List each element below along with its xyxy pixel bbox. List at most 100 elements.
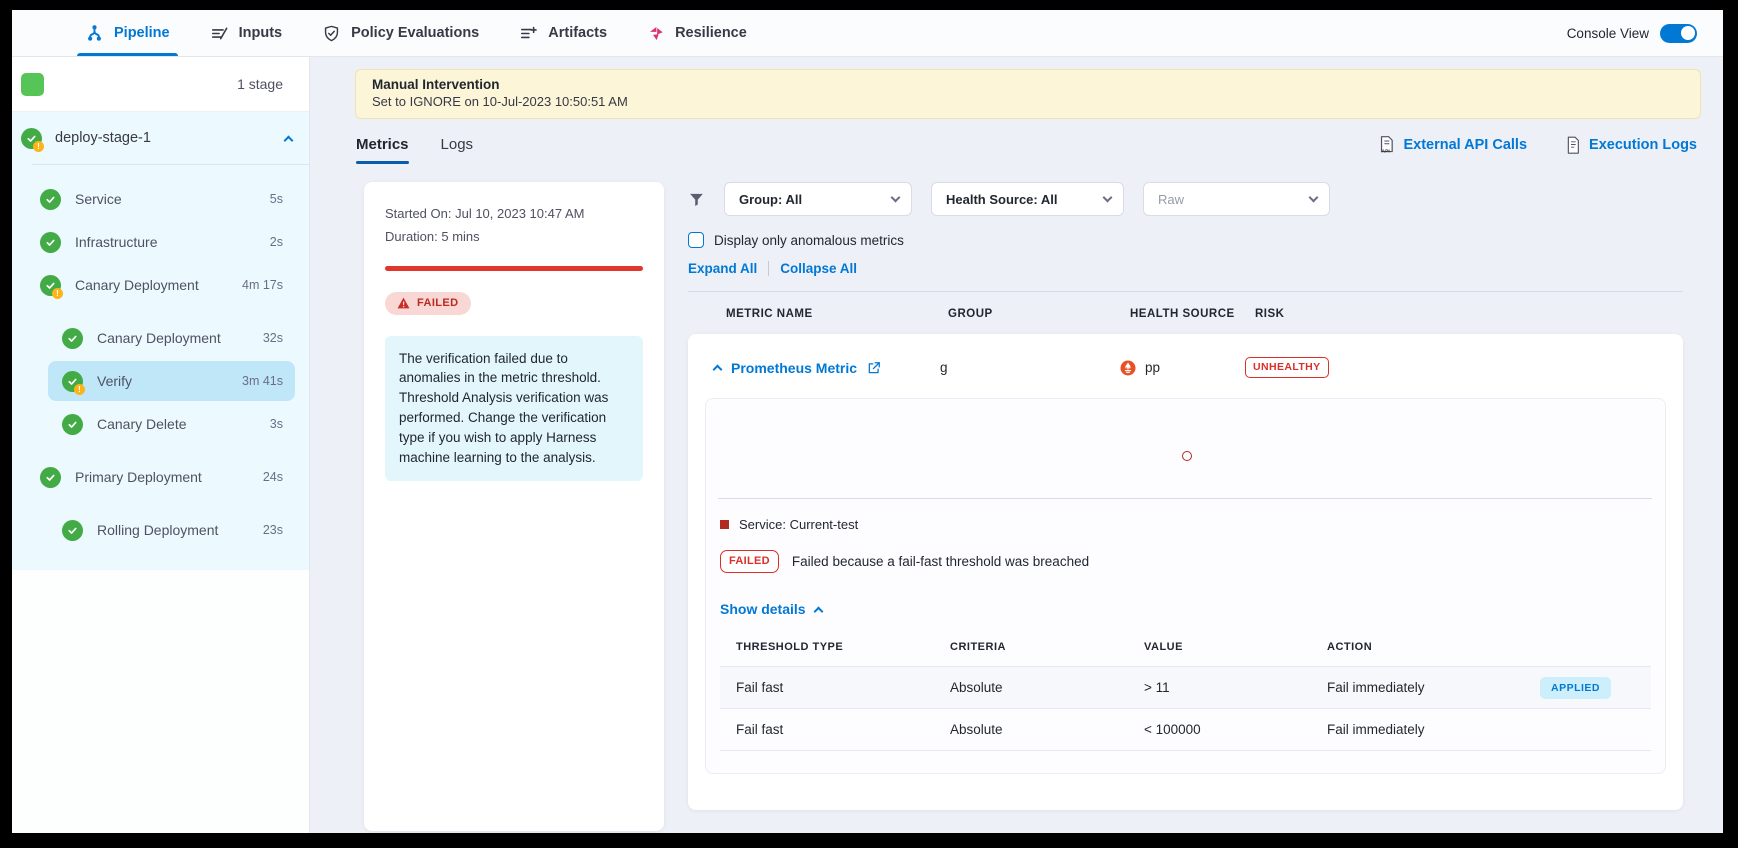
anomalous-checkbox-label: Display only anomalous metrics xyxy=(714,233,904,248)
col-metric-name: METRIC NAME xyxy=(726,308,948,320)
top-links: API External API Calls Execution Logs xyxy=(1378,135,1697,164)
artifacts-icon xyxy=(519,24,538,43)
group-filter-dropdown[interactable]: Group: All xyxy=(724,182,912,216)
tab-metrics[interactable]: Metrics xyxy=(356,136,409,164)
chevron-up-icon xyxy=(813,606,823,616)
started-on: Started On: Jul 10, 2023 10:47 AM xyxy=(385,203,643,226)
chevron-up-icon[interactable] xyxy=(284,135,294,145)
thresholds-header: THRESHOLD TYPE CRITERIA VALUE ACTION xyxy=(720,641,1651,667)
nav-tab-inputs[interactable]: Inputs xyxy=(210,10,283,56)
step-duration: 24s xyxy=(263,470,283,484)
metric-name-cell[interactable]: Prometheus Metric xyxy=(714,360,940,376)
chevron-up-icon[interactable] xyxy=(713,365,723,375)
pipeline-icon xyxy=(85,24,104,43)
step-duration: 5s xyxy=(270,192,283,206)
step-row-service[interactable]: Service 5s xyxy=(12,179,309,219)
step-label: Infrastructure xyxy=(75,234,157,250)
metric-chart[interactable] xyxy=(706,399,1665,499)
execution-logs-label: Execution Logs xyxy=(1589,137,1697,153)
app-window: Pipeline Inputs Policy Evaluations Artif… xyxy=(12,10,1723,833)
console-view-control: Console View xyxy=(1567,24,1697,43)
failed-progress-bar xyxy=(385,266,643,271)
step-row-canary-delete[interactable]: Canary Delete 3s xyxy=(12,404,309,444)
step-label: Canary Deployment xyxy=(97,330,221,346)
nav-tab-policy-evaluations[interactable]: Policy Evaluations xyxy=(322,10,479,56)
threshold-row: Fail fast Absolute > 11 Fail immediately… xyxy=(720,667,1651,709)
nav-tabs: Pipeline Inputs Policy Evaluations Artif… xyxy=(85,10,747,56)
stage-count: 1 stage xyxy=(237,76,283,92)
metric-name-link[interactable]: Prometheus Metric xyxy=(731,360,857,376)
nav-tab-label: Pipeline xyxy=(114,25,170,41)
step-row-infrastructure[interactable]: Infrastructure 2s xyxy=(12,222,309,262)
metric-health-source-cell: pp xyxy=(1119,359,1245,377)
failure-reason: Failed because a fail-fast threshold was… xyxy=(792,554,1089,569)
collapse-all-link[interactable]: Collapse All xyxy=(780,261,857,276)
stage-row-deploy-stage-1[interactable]: deploy-stage-1 xyxy=(12,112,309,164)
success-icon xyxy=(62,414,83,435)
sidebar-header: 1 stage xyxy=(12,57,309,112)
threshold-criteria: Absolute xyxy=(950,680,1144,695)
metrics-table-header: METRIC NAME GROUP HEALTH SOURCE RISK xyxy=(688,292,1683,334)
success-icon xyxy=(40,232,61,253)
step-row-canary-deployment[interactable]: Canary Deployment 4m 17s xyxy=(12,265,309,305)
nav-tab-resilience[interactable]: Resilience xyxy=(647,10,747,56)
step-row-primary-deployment[interactable]: Primary Deployment 24s xyxy=(12,457,309,497)
failed-status-badge: FAILED xyxy=(385,292,471,315)
nav-tab-artifacts[interactable]: Artifacts xyxy=(519,10,607,56)
stage-name: deploy-stage-1 xyxy=(55,130,151,146)
metric-details: Service: Current-test FAILED Failed beca… xyxy=(706,499,1665,773)
external-api-calls-label: External API Calls xyxy=(1403,137,1527,153)
health-source-filter-dropdown[interactable]: Health Source: All xyxy=(931,182,1124,216)
step-label: Canary Delete xyxy=(97,416,187,432)
threshold-criteria: Absolute xyxy=(950,722,1144,737)
legend-label: Service: Current-test xyxy=(739,517,858,532)
metric-row[interactable]: Prometheus Metric g pp UNHEALTHY xyxy=(688,334,1683,398)
banner-title: Manual Intervention xyxy=(372,77,1684,92)
chevron-down-icon xyxy=(1309,193,1319,203)
external-link-icon[interactable] xyxy=(867,361,881,375)
prometheus-icon xyxy=(1119,359,1137,377)
step-label: Primary Deployment xyxy=(75,469,202,485)
show-details-link[interactable]: Show details xyxy=(720,601,822,617)
risk-badge: UNHEALTHY xyxy=(1245,357,1329,378)
success-icon xyxy=(62,328,83,349)
nav-tab-pipeline[interactable]: Pipeline xyxy=(85,10,170,56)
duration: Duration: 5 mins xyxy=(385,226,643,249)
tab-logs[interactable]: Logs xyxy=(441,136,474,164)
threshold-value: > 11 xyxy=(1144,680,1327,695)
console-view-label: Console View xyxy=(1567,26,1649,41)
step-row-verify[interactable]: Verify 3m 41s xyxy=(48,361,295,401)
step-duration: 4m 17s xyxy=(242,278,283,292)
step-row-canary-deployment-child[interactable]: Canary Deployment 32s xyxy=(12,318,309,358)
col-risk: RISK xyxy=(1255,308,1683,320)
warning-triangle-icon xyxy=(397,297,410,309)
threshold-value: < 100000 xyxy=(1144,722,1327,737)
chart-legend: Service: Current-test xyxy=(720,517,1651,532)
anomalous-data-point[interactable] xyxy=(1182,451,1192,461)
document-icon xyxy=(1565,135,1581,154)
console-view-toggle[interactable] xyxy=(1660,24,1697,43)
anomalous-checkbox[interactable] xyxy=(688,232,704,248)
execution-logs-link[interactable]: Execution Logs xyxy=(1565,135,1697,154)
step-duration: 23s xyxy=(263,523,283,537)
raw-filter-dropdown[interactable]: Raw xyxy=(1143,182,1330,216)
col-health-source: HEALTH SOURCE xyxy=(1130,308,1255,320)
col-value: VALUE xyxy=(1144,641,1327,653)
filter-funnel-icon[interactable] xyxy=(688,191,705,208)
expand-all-link[interactable]: Expand All xyxy=(688,261,757,276)
health-source-value: pp xyxy=(1145,360,1160,375)
resilience-icon xyxy=(647,24,665,42)
external-api-calls-link[interactable]: API External API Calls xyxy=(1378,135,1527,154)
verification-message: The verification failed due to anomalies… xyxy=(385,336,643,482)
failed-badge: FAILED xyxy=(720,550,779,573)
col-action: ACTION xyxy=(1327,641,1651,653)
success-warning-icon xyxy=(21,128,42,149)
step-row-rolling-deployment[interactable]: Rolling Deployment 23s xyxy=(12,510,309,550)
execution-sidebar: 1 stage deploy-stage-1 Service 5s Infras… xyxy=(12,57,310,833)
filters-row: Group: All Health Source: All Raw xyxy=(688,182,1683,216)
verification-summary-card: Started On: Jul 10, 2023 10:47 AM Durati… xyxy=(364,182,664,831)
stage-tree: deploy-stage-1 Service 5s Infrastructure… xyxy=(12,112,309,570)
col-group: GROUP xyxy=(948,308,1130,320)
failure-reason-row: FAILED Failed because a fail-fast thresh… xyxy=(720,550,1651,573)
health-source-filter-value: Health Source: All xyxy=(946,192,1057,207)
